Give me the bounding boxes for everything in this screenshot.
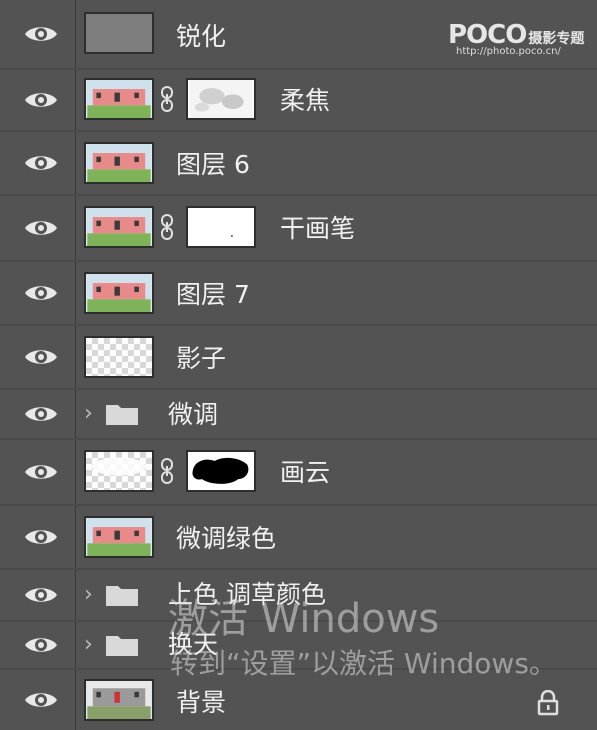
- watermark-brand-cn: 摄影专题: [528, 31, 585, 47]
- layer-name[interactable]: 干画笔: [280, 214, 355, 244]
- eye-icon: [24, 638, 57, 652]
- house-photo-icon: [87, 208, 151, 246]
- chevron-right-icon[interactable]: ›: [84, 584, 93, 606]
- house-photo-icon: [87, 518, 151, 556]
- chevron-right-icon[interactable]: ›: [84, 403, 93, 425]
- layer-thumbnail[interactable]: [84, 272, 154, 314]
- windows-activation-title: 激活 Windows: [168, 596, 440, 642]
- eye-icon: [24, 286, 57, 300]
- layer-row-dry-brush[interactable]: 干画笔: [0, 196, 597, 260]
- poco-watermark: POCO 摄影专题 http://photo.poco.cn/: [448, 20, 585, 57]
- visibility-toggle[interactable]: [6, 262, 76, 324]
- layer-name[interactable]: 图层 7: [176, 280, 250, 310]
- layer-row-paint-clouds[interactable]: 画云: [0, 440, 597, 504]
- layer-thumbnail[interactable]: [84, 679, 154, 721]
- layer-thumbnail[interactable]: [84, 206, 154, 248]
- layer-row-layer-6[interactable]: 图层 6: [0, 132, 597, 194]
- layer-row-sharpen[interactable]: 锐化 POCO 摄影专题 http://photo.poco.cn/: [0, 0, 597, 68]
- windows-activation-subtitle: 转到“设置”以激活 Windows。: [170, 647, 557, 680]
- visibility-toggle[interactable]: [6, 670, 76, 730]
- eye-icon: [24, 530, 57, 544]
- layer-name[interactable]: 柔焦: [280, 86, 330, 116]
- eye-icon: [24, 350, 57, 364]
- visibility-toggle[interactable]: [6, 70, 76, 130]
- layer-thumbnail[interactable]: [84, 516, 154, 558]
- visibility-toggle[interactable]: [6, 390, 76, 438]
- house-photo-icon: [87, 80, 151, 118]
- chevron-right-icon[interactable]: ›: [84, 634, 93, 656]
- layer-name[interactable]: 微调绿色: [176, 524, 276, 554]
- eye-icon: [24, 588, 57, 602]
- eye-icon: [24, 693, 57, 707]
- layer-group-adjust[interactable]: › 微调: [0, 390, 597, 438]
- layer-row-layer-7[interactable]: 图层 7: [0, 262, 597, 324]
- layer-row-adjust-green[interactable]: 微调绿色: [0, 506, 597, 568]
- chain-link-icon[interactable]: [160, 86, 174, 112]
- visibility-toggle[interactable]: [6, 622, 76, 668]
- eye-icon: [24, 407, 57, 421]
- layer-thumbnail[interactable]: [84, 78, 154, 120]
- folder-icon: [104, 401, 140, 427]
- eye-icon: [24, 465, 57, 479]
- layer-row-soft-focus[interactable]: 柔焦: [0, 70, 597, 130]
- folder-icon: [104, 582, 140, 608]
- eye-icon: [24, 156, 57, 170]
- layer-row-shadow[interactable]: 影子: [0, 326, 597, 388]
- visibility-toggle[interactable]: [6, 132, 76, 194]
- watermark-url: http://photo.poco.cn/: [456, 46, 561, 57]
- layer-name[interactable]: 微调: [168, 400, 218, 430]
- visibility-toggle[interactable]: [6, 570, 76, 620]
- visibility-toggle[interactable]: [6, 326, 76, 388]
- layer-thumbnail[interactable]: [84, 450, 154, 492]
- chain-link-icon[interactable]: [160, 458, 174, 484]
- layer-thumbnail[interactable]: [84, 142, 154, 184]
- layer-mask-thumbnail[interactable]: [186, 450, 256, 492]
- layer-mask-thumbnail[interactable]: [186, 78, 256, 120]
- eye-icon: [24, 221, 57, 235]
- layer-name[interactable]: 背景: [176, 688, 226, 718]
- layers-panel: 锐化 POCO 摄影专题 http://photo.poco.cn/ 柔焦 图层 …: [0, 0, 597, 730]
- layer-thumbnail[interactable]: [84, 12, 154, 54]
- layer-name[interactable]: 画云: [280, 458, 330, 488]
- visibility-toggle[interactable]: [6, 0, 76, 68]
- layer-name[interactable]: 图层 6: [176, 150, 250, 180]
- visibility-toggle[interactable]: [6, 506, 76, 568]
- visibility-toggle[interactable]: [6, 196, 76, 260]
- house-photo-icon: [87, 144, 151, 182]
- layer-thumbnail[interactable]: [84, 336, 154, 378]
- visibility-toggle[interactable]: [6, 440, 76, 504]
- house-photo-icon: [87, 681, 151, 719]
- folder-icon: [104, 632, 140, 658]
- eye-icon: [24, 93, 57, 107]
- layer-mask-thumbnail[interactable]: [186, 206, 256, 248]
- house-photo-icon: [87, 274, 151, 312]
- chain-link-icon[interactable]: [160, 214, 174, 240]
- lock-icon: [536, 690, 560, 716]
- eye-icon: [24, 27, 57, 41]
- layer-name[interactable]: 锐化: [176, 22, 226, 52]
- layer-name[interactable]: 影子: [176, 344, 226, 374]
